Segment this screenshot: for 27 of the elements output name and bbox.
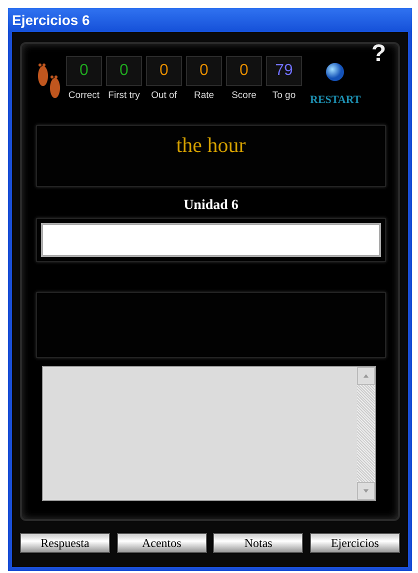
counter-label: To go <box>272 89 296 103</box>
nav-button[interactable]: Ejercicios <box>310 533 400 553</box>
counter-value: 0 <box>226 56 262 86</box>
scroll-down-icon[interactable] <box>357 482 375 500</box>
answer-field[interactable] <box>41 222 381 256</box>
counter-label: Out of <box>151 89 177 103</box>
help-button[interactable]: ? <box>371 42 386 66</box>
counter-value: 0 <box>66 56 102 86</box>
counter-label: First try <box>108 89 140 103</box>
counter-value: 0 <box>146 56 182 86</box>
unit-label: Unidad 6 <box>182 196 240 214</box>
scroll-up-icon[interactable] <box>357 366 375 384</box>
window-title: Ejercicios 6 <box>8 8 412 32</box>
counter-value: 0 <box>186 56 222 86</box>
globe-icon[interactable] <box>325 62 346 82</box>
counter-label: Correct <box>68 89 100 103</box>
restart-button[interactable]: RESTART <box>310 92 361 108</box>
counter-value: 79 <box>266 56 302 86</box>
nav-button[interactable]: Respuesta <box>20 533 110 553</box>
nav-button[interactable]: Notas <box>213 533 304 553</box>
counter-label: Score <box>232 89 256 103</box>
scrollbar[interactable] <box>357 366 375 500</box>
notes-area[interactable] <box>42 366 376 500</box>
counter-value: 0 <box>106 56 142 86</box>
nav-button[interactable]: Acentos <box>116 533 207 553</box>
counter-label: Rate <box>194 89 214 103</box>
prompt-text: the hour <box>36 124 386 186</box>
